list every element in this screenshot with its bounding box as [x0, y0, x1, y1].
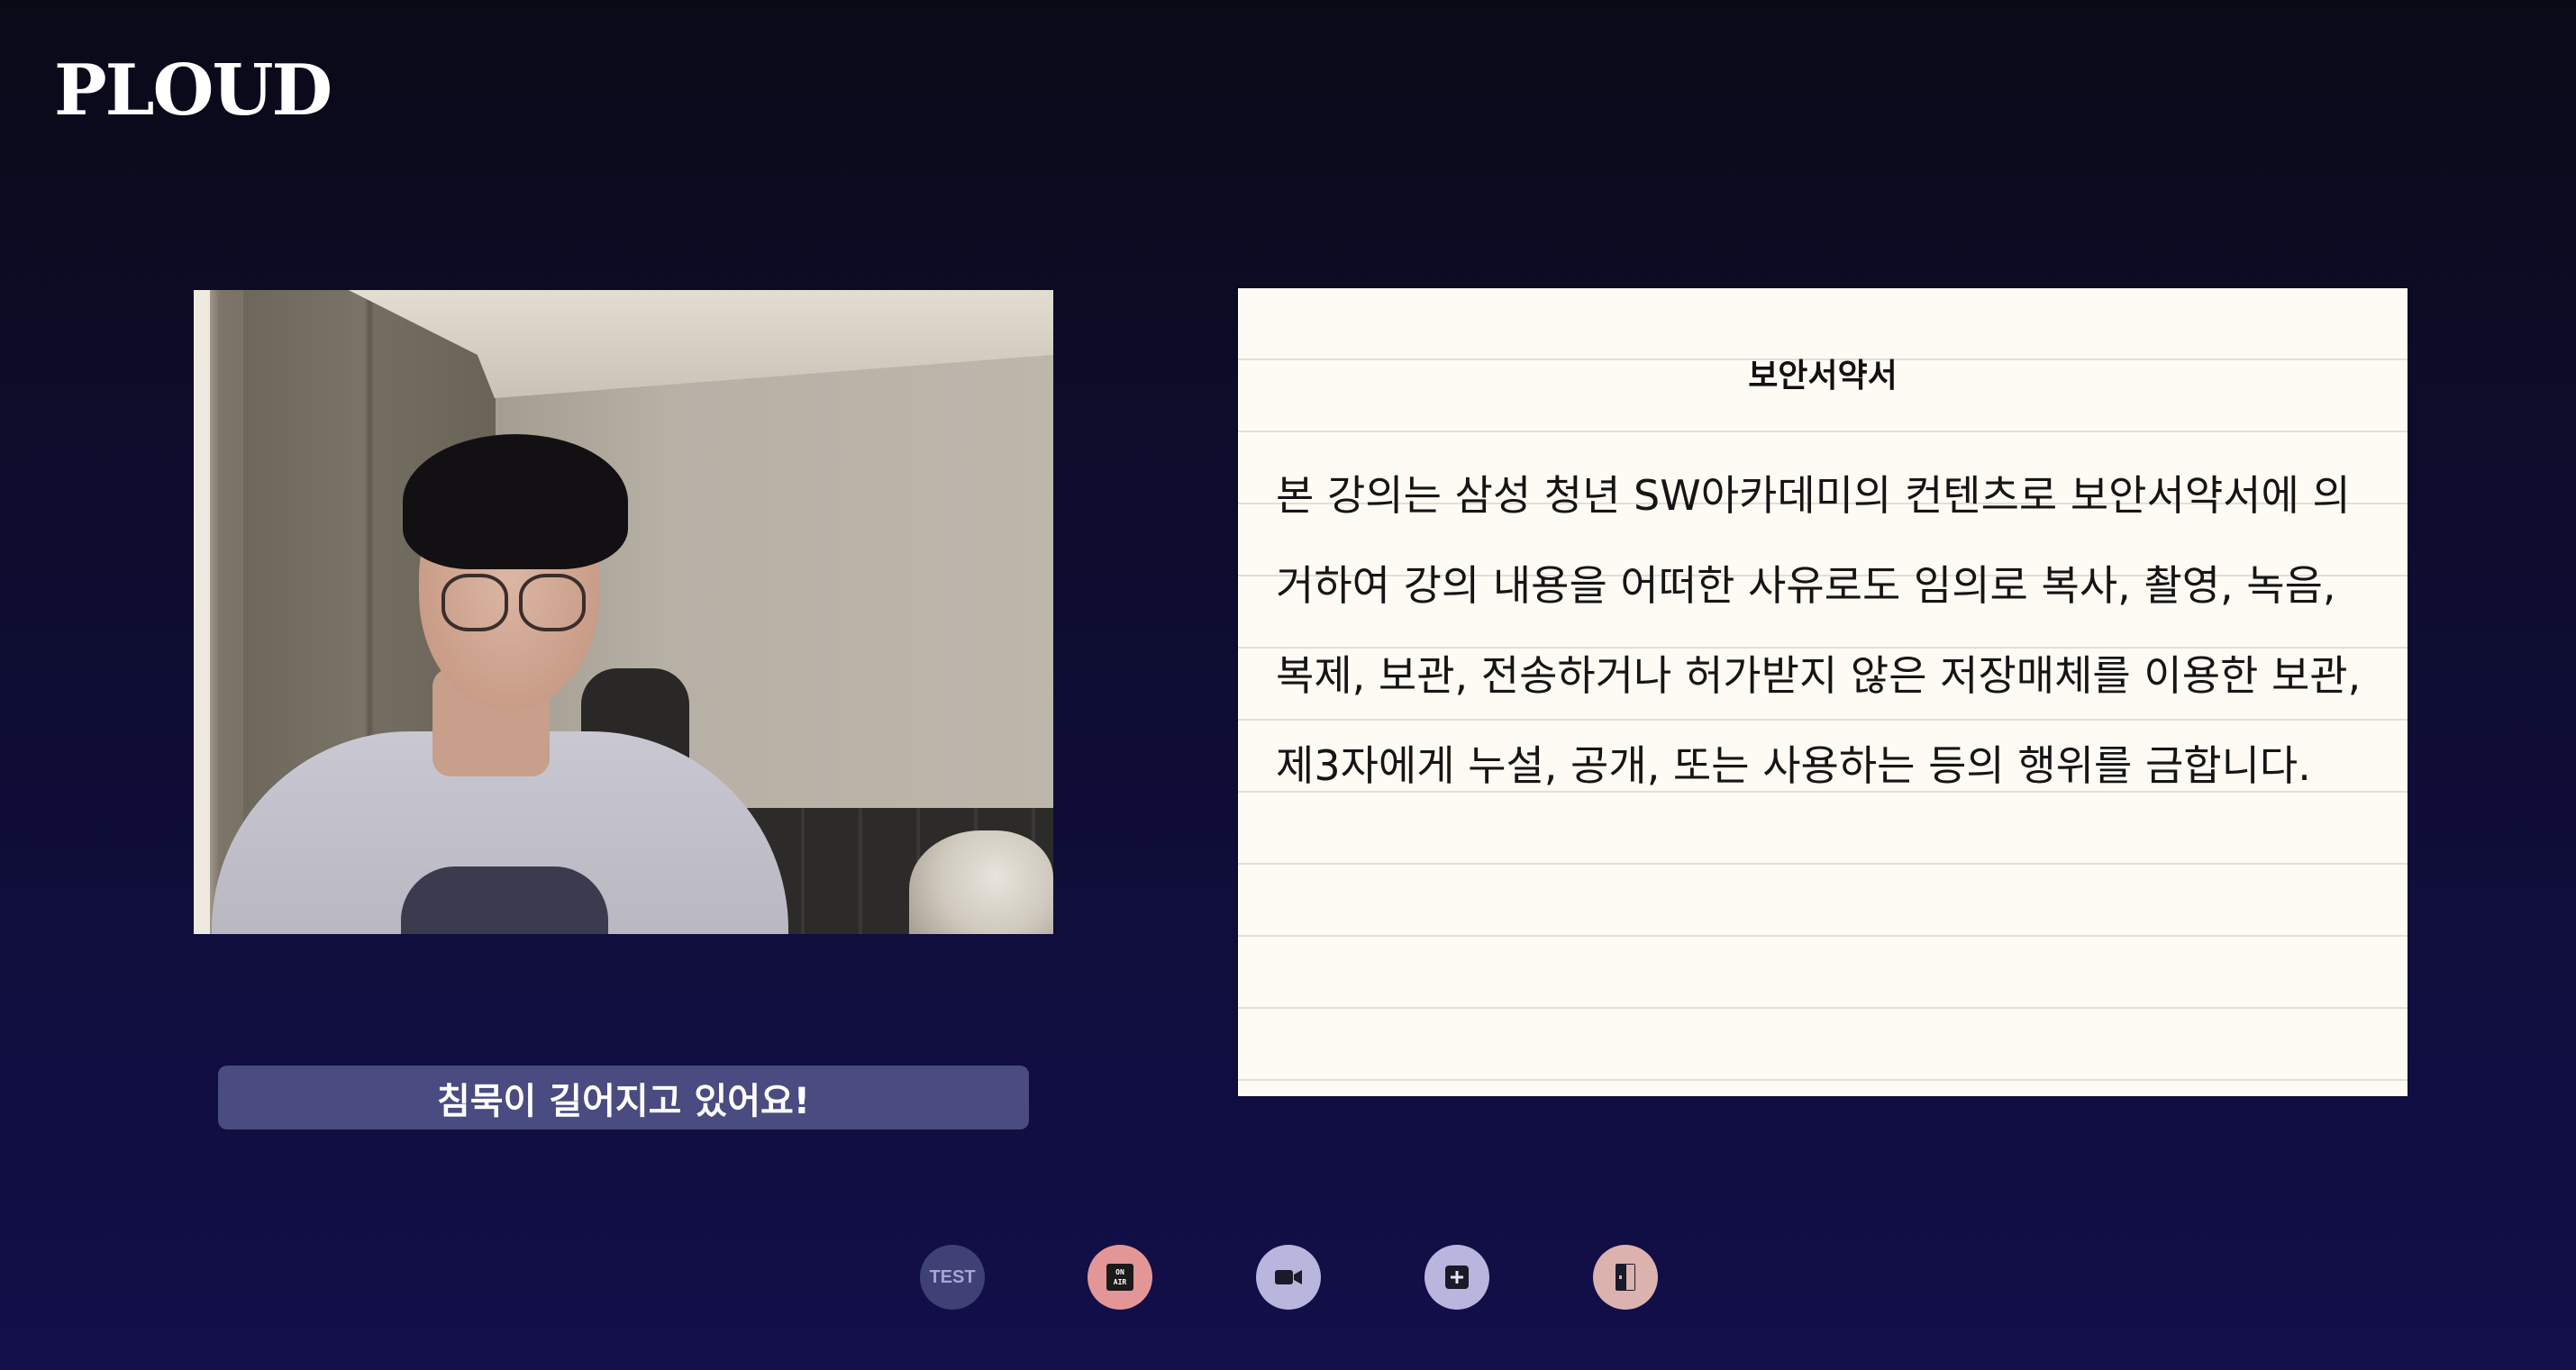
ploud-logo: PLOUD — [54, 50, 332, 132]
silence-warning-banner: 침묵이 길어지고 있어요! — [218, 1066, 1029, 1130]
exit-button[interactable] — [1593, 1245, 1658, 1310]
video-shirt-print — [401, 866, 608, 934]
test-label: TEST — [929, 1266, 976, 1287]
control-bar: TEST ON AIR — [0, 1245, 2576, 1310]
video-camera-icon — [1275, 1270, 1302, 1284]
on-air-button[interactable]: ON AIR — [1088, 1245, 1152, 1310]
script-paper[interactable]: 보안서약서 본 강의는 삼성 청년 SW아카데미의 컨텐츠로 보안서약서에 의거… — [1238, 288, 2408, 1096]
video-person-glasses — [441, 574, 586, 631]
webcam-video — [194, 290, 1053, 934]
video-wall — [194, 290, 210, 934]
camera-button[interactable] — [1256, 1245, 1321, 1310]
test-button[interactable]: TEST — [920, 1245, 985, 1310]
add-slide-icon — [1445, 1266, 1469, 1289]
script-body: 본 강의는 삼성 청년 SW아카데미의 컨텐츠로 보안서약서에 의거하여 강의 … — [1276, 471, 2362, 790]
video-blanket — [909, 830, 1053, 934]
exit-door-icon — [1616, 1264, 1635, 1291]
on-air-icon: ON AIR — [1106, 1264, 1133, 1291]
script-title: 보안서약서 — [1748, 358, 1898, 395]
add-slide-button[interactable] — [1425, 1245, 1489, 1310]
video-person-hair — [403, 434, 628, 569]
